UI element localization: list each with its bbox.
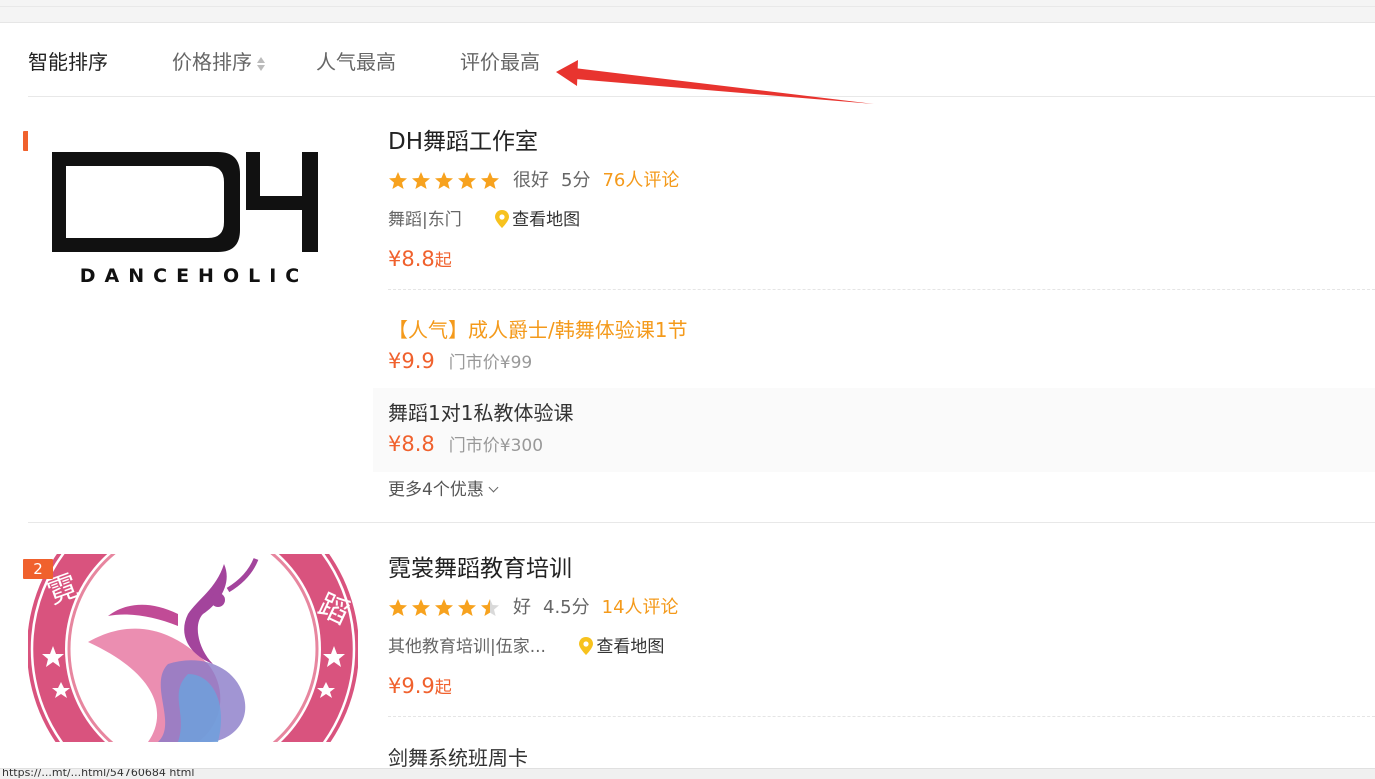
score: 4.5分 <box>543 597 590 618</box>
dashed-divider <box>388 289 1375 290</box>
rating-row: 好 4.5分 14人评论 <box>388 596 679 620</box>
deal-title: 舞蹈1对1私教体验课 <box>388 401 574 425</box>
logo-text: DANCEHOLIC <box>80 265 308 287</box>
star-icon <box>481 172 499 189</box>
shop-title[interactable]: 霓裳舞蹈教育培训 <box>388 554 572 584</box>
star-icon <box>481 599 499 616</box>
shop-divider <box>28 522 1375 523</box>
sort-price-tab[interactable]: 价格排序 <box>172 48 266 76</box>
meta-row: 其他教育培训|伍家... 查看地图 <box>388 635 664 659</box>
deal-item[interactable]: 【人气】成人爵士/韩舞体验课1节 ¥9.9 门市价¥99 <box>373 305 1375 385</box>
sort-divider <box>28 96 1375 97</box>
stars-rating <box>388 596 503 620</box>
meta-row: 舞蹈|东门 查看地图 <box>388 208 580 232</box>
status-url: https://...mt/...html/54760684 html <box>2 768 195 779</box>
star-icon <box>458 172 476 189</box>
star-icon <box>389 599 407 616</box>
shop-logo-nichang[interactable]: 霓 蹈 <box>28 554 358 742</box>
sort-smart-tab[interactable]: 智能排序 <box>28 48 108 76</box>
sort-popular-tab[interactable]: 人气最高 <box>316 48 396 76</box>
view-map-link[interactable]: 查看地图 <box>579 637 664 657</box>
sort-arrows-icon <box>256 55 266 73</box>
more-deals-link[interactable]: 更多4个优惠 <box>388 478 499 502</box>
star-icon <box>412 172 430 189</box>
star-icon <box>389 172 407 189</box>
view-map-link[interactable]: 查看地图 <box>495 210 580 230</box>
star-icon <box>435 599 453 616</box>
map-pin-icon <box>579 637 594 655</box>
deal-price: ¥9.9 门市价¥99 <box>388 349 533 373</box>
chevron-down-icon <box>488 482 499 493</box>
star-icon <box>412 599 430 616</box>
deal-item[interactable]: 剑舞系统班周卡 <box>373 732 1375 772</box>
price-from: ¥8.8起 <box>388 247 452 271</box>
sort-rating-tab[interactable]: 评价最高 <box>460 48 540 76</box>
category-area: 舞蹈|东门 <box>388 210 462 230</box>
score: 5分 <box>561 170 591 191</box>
star-icon <box>435 172 453 189</box>
price-from: ¥9.9起 <box>388 674 452 698</box>
deal-item[interactable]: 舞蹈1对1私教体验课 ¥8.8 门市价¥300 <box>373 388 1375 472</box>
shop-logo-danceholic[interactable]: DANCEHOLIC <box>28 112 358 312</box>
rating-row: 很好 5分 76人评论 <box>388 169 679 193</box>
browser-status-bar: https://...mt/...html/54760684 html <box>0 768 1375 779</box>
review-count-link[interactable]: 76人评论 <box>602 170 679 191</box>
category-area: 其他教育培训|伍家... <box>388 637 546 657</box>
dashed-divider <box>388 716 1375 717</box>
shop-title[interactable]: DH舞蹈工作室 <box>388 127 538 157</box>
rating-word: 好 <box>513 597 531 618</box>
map-pin-icon <box>495 210 510 228</box>
review-count-link[interactable]: 14人评论 <box>602 597 679 618</box>
browser-top-bar <box>0 0 1375 23</box>
rank-badge: 2 <box>23 559 53 579</box>
sort-price-label: 价格排序 <box>172 50 252 74</box>
deal-title: 【人气】成人爵士/韩舞体验课1节 <box>388 318 688 342</box>
star-icon <box>458 599 476 616</box>
rating-word: 很好 <box>513 170 549 191</box>
deal-price: ¥8.8 门市价¥300 <box>388 432 544 456</box>
stars-rating <box>388 169 503 193</box>
